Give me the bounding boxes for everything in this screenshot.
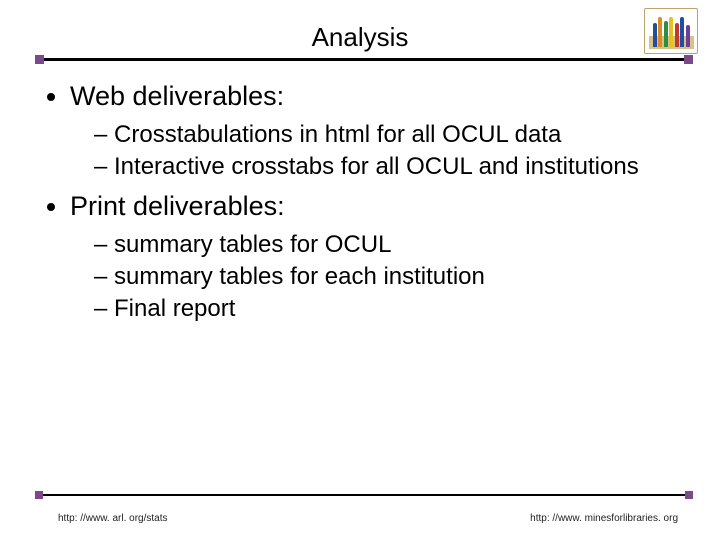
slide: Analysis Web deliverables: Crosstabulati… [0, 0, 720, 540]
divider-knob-icon [35, 491, 43, 499]
divider-knob-icon [685, 491, 693, 499]
title-row: Analysis [0, 22, 720, 53]
sub-bullet: summary tables for OCUL [94, 230, 676, 260]
slide-title: Analysis [312, 22, 409, 52]
bullet-web: Web deliverables: Crosstabulations in ht… [70, 80, 676, 182]
footer-right-url: http: //www. minesforlibraries. org [530, 513, 678, 524]
bullet-label: Print deliverables: [70, 191, 285, 221]
sub-bullet: Interactive crosstabs for all OCUL and i… [94, 152, 676, 182]
footer: http: //www. arl. org/stats http: //www.… [58, 513, 678, 524]
divider-knob-icon [35, 55, 44, 64]
sub-bullet: Final report [94, 294, 676, 324]
sub-bullet: summary tables for each institution [94, 262, 676, 292]
footer-left-url: http: //www. arl. org/stats [58, 513, 167, 524]
divider-bottom [36, 494, 692, 496]
content: Web deliverables: Crosstabulations in ht… [44, 80, 676, 332]
bullet-label: Web deliverables: [70, 81, 284, 111]
sub-bullet: Crosstabulations in html for all OCUL da… [94, 120, 676, 150]
divider-top [36, 58, 692, 61]
bullet-print: Print deliverables: summary tables for O… [70, 190, 676, 324]
divider-knob-icon [684, 55, 693, 64]
